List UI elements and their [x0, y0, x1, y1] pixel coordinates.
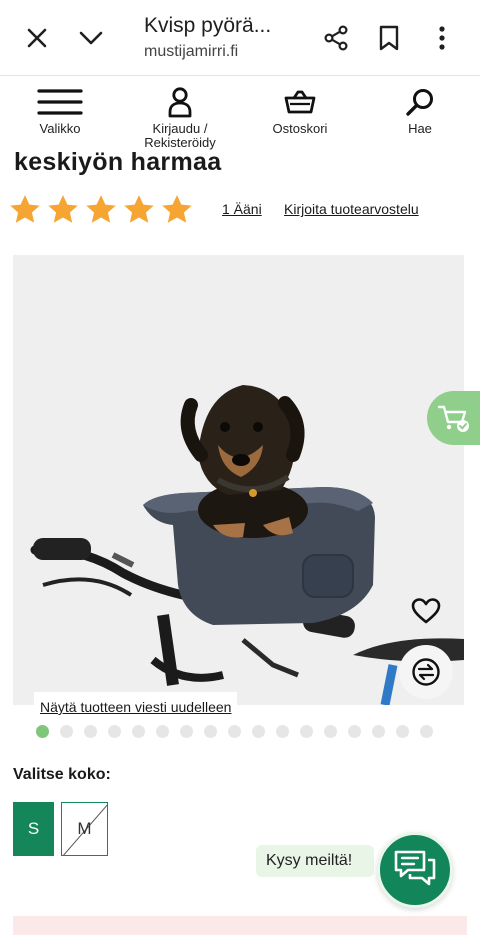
nav-login[interactable]: Kirjaudu / Rekisteröidy [136, 84, 224, 150]
more-vert-icon[interactable] [424, 20, 460, 56]
gallery-dot[interactable] [60, 725, 73, 738]
gallery-dot[interactable] [396, 725, 409, 738]
star-icon [162, 195, 192, 223]
product-image[interactable] [13, 255, 464, 705]
nav-login-label: Kirjaudu / Rekisteröidy [144, 121, 216, 150]
size-option-s[interactable]: S [13, 802, 54, 856]
write-review-link[interactable]: Kirjoita tuotearvostelu [284, 201, 419, 217]
star-icon [124, 195, 154, 223]
size-label: Valitse koko: [13, 766, 111, 783]
browser-toolbar: Kvisp pyörä... mustijamirri.fi [0, 0, 480, 76]
wishlist-button[interactable] [400, 585, 452, 637]
gallery-dot[interactable] [156, 725, 169, 738]
bookmark-icon[interactable] [371, 20, 407, 56]
compare-arrows-icon [412, 658, 440, 686]
add-to-cart-float-button[interactable] [427, 391, 480, 445]
size-option-label: M [77, 819, 92, 838]
rating-stars [8, 193, 194, 227]
gallery-dot[interactable] [132, 725, 145, 738]
chat-button[interactable] [377, 832, 453, 908]
gallery-dot[interactable] [108, 725, 121, 738]
gallery-dot[interactable] [252, 725, 265, 738]
star-icon [48, 195, 78, 223]
close-icon[interactable] [19, 20, 55, 56]
gallery-dot[interactable] [36, 725, 49, 738]
gallery-dot[interactable] [372, 725, 385, 738]
star-icon [86, 195, 116, 223]
cart-check-icon [437, 405, 469, 432]
gallery-dots [36, 725, 433, 738]
chat-icon [394, 850, 436, 886]
gallery-dot[interactable] [84, 725, 97, 738]
heart-icon [411, 598, 441, 624]
basket-icon [284, 84, 316, 120]
gallery-dot[interactable] [300, 725, 313, 738]
chevron-down-icon[interactable] [73, 20, 109, 56]
nav-search[interactable]: Hae [400, 84, 440, 136]
chat-prompt[interactable]: Kysy meiltä! [256, 845, 375, 877]
gallery-dot[interactable] [276, 725, 289, 738]
size-option-label: S [27, 819, 40, 838]
show-product-message-link[interactable]: Näytä tuotteen viesti uudelleen [34, 692, 238, 722]
nav-search-label: Hae [408, 121, 432, 136]
rating-row: 1 Ääni Kirjoita tuotearvostelu [8, 192, 419, 228]
gallery-dot[interactable] [180, 725, 193, 738]
nav-cart-label: Ostoskori [272, 121, 328, 136]
gallery-dot[interactable] [204, 725, 217, 738]
votes-link[interactable]: 1 Ääni [222, 201, 262, 217]
search-icon [405, 84, 435, 120]
share-icon[interactable] [318, 20, 354, 56]
gallery-dot[interactable] [420, 725, 433, 738]
gallery-dot[interactable] [348, 725, 361, 738]
page-url[interactable]: mustijamirri.fi [144, 43, 238, 61]
user-icon [167, 84, 193, 120]
compare-button[interactable] [399, 645, 453, 699]
gallery-dot[interactable] [228, 725, 241, 738]
gallery-dot[interactable] [324, 725, 337, 738]
page-title[interactable]: Kvisp pyörä... [144, 14, 271, 38]
nav-menu[interactable]: Valikko [35, 84, 85, 136]
nav-cart[interactable]: Ostoskori [268, 84, 332, 136]
hamburger-icon [37, 84, 83, 120]
site-header: Valikko Kirjaudu / Rekisteröidy Ostoskor… [0, 76, 480, 152]
product-title: keskiyön harmaa [14, 148, 222, 176]
nav-menu-label: Valikko [39, 121, 81, 136]
bike-basket-dog-illustration [13, 255, 464, 705]
notice-strip [13, 916, 467, 935]
star-icon [10, 195, 40, 223]
size-option-m[interactable]: M [61, 802, 108, 856]
